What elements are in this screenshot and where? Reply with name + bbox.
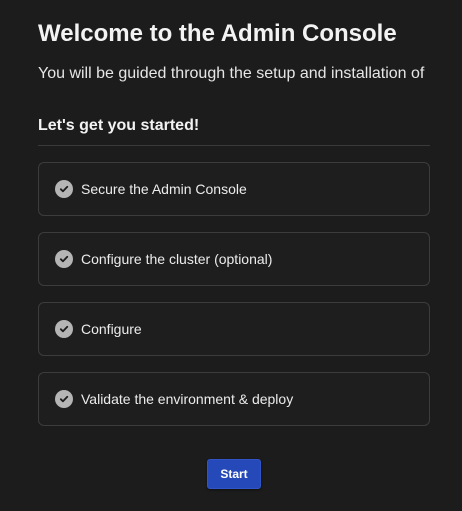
- check-circle-icon: [55, 180, 73, 198]
- step-label: Secure the Admin Console: [81, 181, 247, 197]
- step-secure-admin-console: Secure the Admin Console: [38, 162, 430, 216]
- section-heading: Let's get you started!: [38, 117, 200, 134]
- step-validate-and-deploy: Validate the environment & deploy: [38, 372, 430, 426]
- check-circle-icon: [55, 320, 73, 338]
- check-circle-icon: [55, 250, 73, 268]
- check-circle-icon: [55, 390, 73, 408]
- page-title: Welcome to the Admin Console: [38, 20, 397, 47]
- step-label: Configure: [81, 321, 142, 337]
- step-configure: Configure: [38, 302, 430, 356]
- setup-steps-list: Secure the Admin Console Configure the c…: [38, 162, 430, 442]
- step-label: Configure the cluster (optional): [81, 251, 273, 267]
- step-configure-cluster: Configure the cluster (optional): [38, 232, 430, 286]
- page-subtitle: You will be guided through the setup and…: [38, 65, 425, 82]
- step-label: Validate the environment & deploy: [81, 391, 294, 407]
- start-button[interactable]: Start: [207, 459, 261, 489]
- section-divider: [38, 145, 430, 146]
